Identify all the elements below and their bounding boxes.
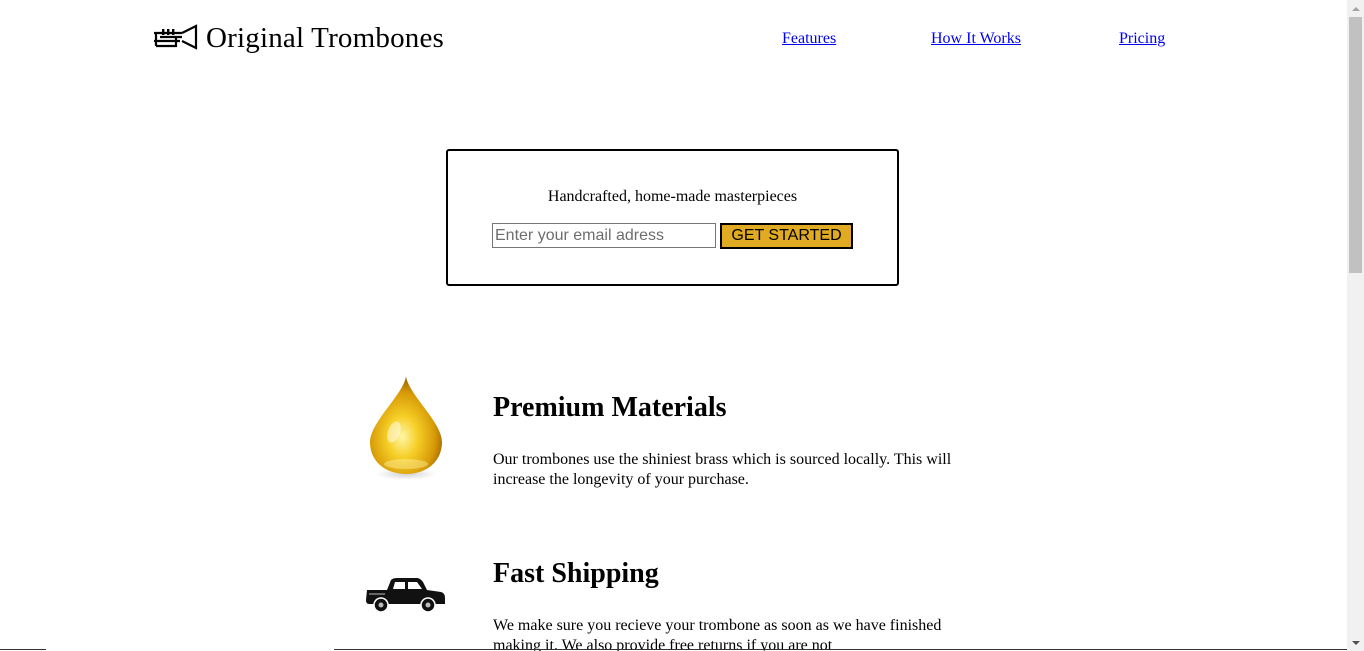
feature-text-premium-materials: Our trombones use the shiniest brass whi…: [493, 451, 952, 488]
scrollbar-thumb[interactable]: [1349, 17, 1362, 273]
scroll-down-arrow-icon[interactable]: [1347, 634, 1364, 651]
divider-line: [0, 649, 46, 650]
page-viewport: Original Trombones Features How It Works…: [0, 0, 1347, 651]
divider-line: [334, 649, 1347, 650]
nav-link-pricing[interactable]: Pricing: [1119, 30, 1165, 48]
signup-form: Handcrafted, home-made masterpieces GET …: [446, 149, 899, 286]
feature-text-fast-shipping: We make sure you recieve your trombone a…: [493, 617, 942, 651]
scroll-up-arrow-icon[interactable]: [1347, 0, 1364, 17]
nav-link-features[interactable]: Features: [782, 30, 836, 48]
brand-name: Original Trombones: [206, 22, 445, 54]
truck-icon: [365, 574, 447, 621]
hero-tagline: Handcrafted, home-made masterpieces: [547, 188, 798, 205]
feature-title-fast-shipping: Fast Shipping: [493, 558, 659, 589]
feature-title-premium-materials: Premium Materials: [493, 392, 727, 423]
nav-link-how-it-works[interactable]: How It Works: [931, 30, 1021, 48]
trombone-icon: [152, 24, 198, 52]
oil-drop-icon: [368, 374, 444, 489]
get-started-button[interactable]: GET STARTED: [720, 223, 853, 249]
vertical-scrollbar[interactable]: [1347, 0, 1364, 651]
brand-logo[interactable]: Original Trombones: [152, 18, 444, 58]
email-input[interactable]: [492, 223, 716, 248]
